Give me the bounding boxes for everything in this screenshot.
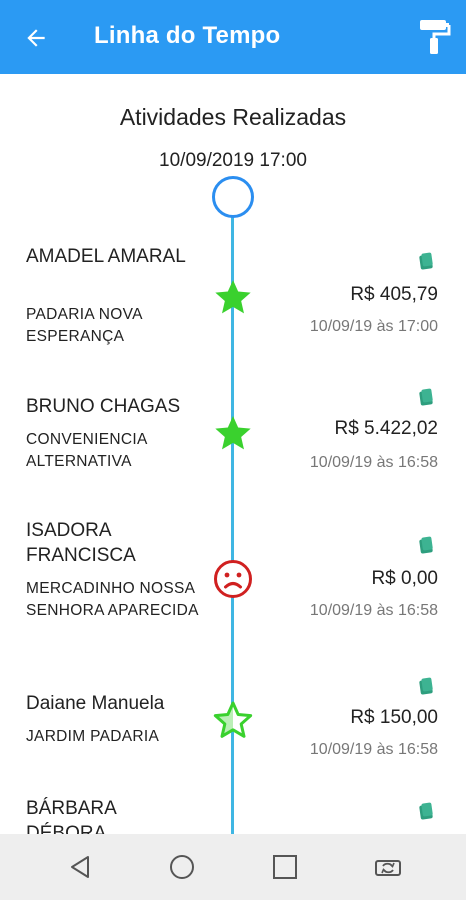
store-name: JARDIM PADARIA [26,728,160,745]
status-marker [212,699,254,741]
sale-amount: R$ 150,00 [350,707,438,728]
client-name: ISADORA FRANCISCA [26,520,136,566]
money-icon [419,536,433,554]
status-marker [212,276,254,318]
star-half-icon [213,701,253,738]
star-filled-icon [215,280,251,314]
back-button[interactable] [14,16,58,60]
paint-roller-button[interactable] [412,14,456,60]
sale-amount: R$ 405,79 [350,284,438,305]
store-name: CONVENIENCIA ALTERNATIVA [26,431,147,470]
rotate-screen-button[interactable] [366,845,410,889]
nav-recents-icon [273,855,297,879]
money-icon [419,252,433,270]
money-icon [419,677,433,695]
nav-home-icon [170,855,194,879]
arrow-back-icon [27,29,45,47]
system-navigation-bar [0,834,466,900]
sale-timestamp: 10/09/19 às 17:00 [309,318,438,335]
nav-home-button[interactable] [160,845,204,889]
client-name: AMADEL AMARAL [26,246,186,267]
client-name: BÁRBARA DÉBORA [26,798,116,834]
nav-recents-button[interactable] [263,845,307,889]
money-icon [419,802,433,820]
client-name: Daiane Manuela [26,693,165,714]
nav-back-icon [71,856,89,878]
app-bar: Linha do Tempo [0,0,466,74]
status-marker [212,558,254,600]
sale-timestamp: 10/09/19 às 16:58 [309,602,438,619]
timeline-date: 10/09/2019 17:00 [159,150,307,171]
paint-roller-icon [420,20,451,54]
star-filled-icon [215,416,251,450]
status-marker [212,412,254,454]
timeline-start-circle [212,176,254,218]
money-icon [419,388,433,406]
client-name: BRUNO CHAGAS [26,396,181,417]
store-name: PADARIA NOVA ESPERANÇA [26,306,142,345]
timeline-content[interactable]: Atividades Realizadas 10/09/2019 17:00 A… [0,74,466,834]
sad-face-icon [214,560,252,598]
store-name: MERCADINHO NOSSA SENHORA APARECIDA [26,580,199,619]
sale-timestamp: 10/09/19 às 16:58 [309,454,438,471]
nav-back-button[interactable] [58,845,102,889]
sale-timestamp: 10/09/19 às 16:58 [309,741,438,758]
sale-amount: R$ 0,00 [371,568,438,589]
timeline-heading: Atividades Realizadas [119,104,347,130]
sale-amount: R$ 5.422,02 [334,418,438,439]
page-title: Linha do Tempo [94,22,281,49]
rotate-screen-icon [375,860,401,876]
